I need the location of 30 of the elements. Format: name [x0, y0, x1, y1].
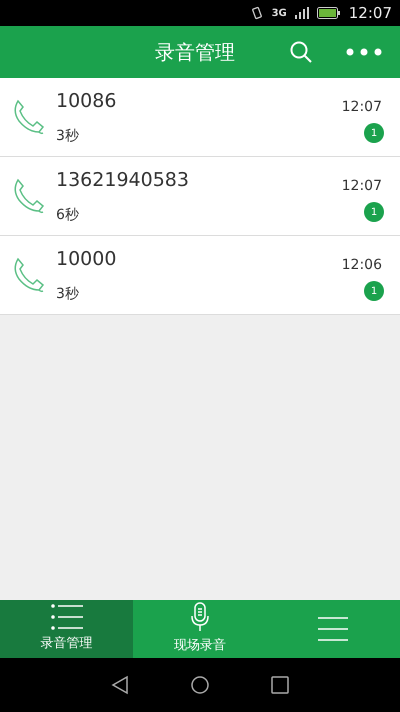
network-type: 3G [272, 6, 287, 20]
call-duration: 6秒 [56, 206, 80, 225]
more-icon [346, 48, 382, 56]
call-duration: 3秒 [56, 127, 80, 146]
count-badge: 1 [364, 123, 384, 143]
count-badge: 1 [364, 202, 384, 222]
call-time: 12:07 [342, 98, 382, 117]
vibrate-icon [250, 6, 264, 20]
phone-number: 13621940583 [56, 168, 189, 193]
recents-icon[interactable] [271, 676, 290, 694]
phone-number: 10000 [56, 247, 116, 272]
call-duration: 3秒 [56, 285, 80, 304]
clock: 12:07 [348, 2, 392, 24]
count-badge: 1 [364, 281, 384, 301]
call-time: 12:07 [342, 177, 382, 196]
call-time: 12:06 [342, 256, 382, 275]
back-icon[interactable] [110, 675, 129, 695]
list-icon [50, 604, 83, 630]
bottom-tab[interactable]: 录音管理 [0, 600, 134, 658]
recording-row[interactable]: 13621940583 6秒 12:07 1 [0, 157, 400, 236]
signal-icon [294, 7, 309, 19]
recording-row[interactable]: 10000 3秒 12:06 1 [0, 236, 400, 315]
microphone-icon [190, 602, 210, 632]
phone-number: 10086 [56, 89, 116, 114]
search-icon [290, 41, 312, 63]
battery-icon [316, 7, 341, 19]
menu-icon [318, 616, 348, 642]
recording-row[interactable]: 10086 3秒 12:07 1 [0, 78, 400, 157]
home-icon[interactable] [190, 675, 210, 695]
page-title: 录音管理 [155, 39, 235, 66]
